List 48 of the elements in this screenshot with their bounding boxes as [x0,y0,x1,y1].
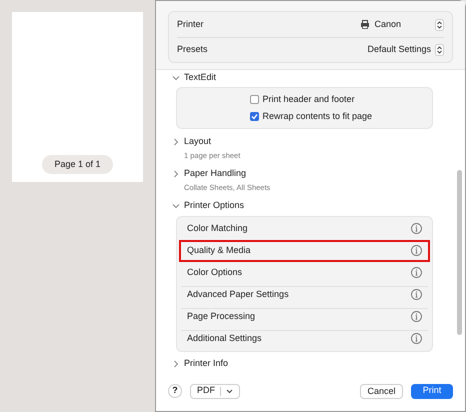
row-label: Additional Settings [187,332,262,345]
setting-label: Printer [177,18,204,31]
setting-value[interactable]: Default Settings [367,43,431,57]
printer-icon [360,20,370,29]
info-icon[interactable] [411,223,422,234]
chevron-icon[interactable] [172,74,180,82]
info-icon[interactable] [411,245,422,256]
list-row[interactable]: Advanced Paper Settings [179,284,430,306]
info-icon[interactable] [411,267,422,278]
section-title[interactable]: TextEdit [184,70,216,84]
list-row[interactable]: Color Matching [179,218,430,240]
stepper-icon[interactable] [435,18,444,30]
print-button[interactable]: Print [411,384,453,398]
chevron-icon[interactable] [172,202,180,210]
list-row[interactable]: Quality & Media [179,240,430,262]
row-label: Color Options [187,266,242,279]
stepper-icon[interactable] [435,44,444,56]
caret-icon[interactable] [226,388,233,394]
section-title[interactable]: Printer Options [184,199,244,213]
list-row[interactable]: Additional Settings [179,328,430,350]
list-row[interactable]: Page Processing [179,306,430,328]
help-button[interactable]: ? [168,384,182,398]
info-icon[interactable] [411,311,422,322]
row-label: Advanced Paper Settings [187,288,289,301]
check-icon [250,112,258,120]
section-title[interactable]: Printer Info [184,357,228,371]
info-icon[interactable] [411,333,422,344]
info-icon[interactable] [411,289,422,300]
list-row[interactable]: Color Options [179,262,430,284]
cancel-button[interactable]: Cancel [360,384,403,398]
pdf-label[interactable]: PDF [197,384,215,398]
setting-label: Presets [177,43,208,56]
row-label: Quality & Media [187,244,251,257]
checkbox-label: Rewrap contents to fit page [262,110,372,123]
chevron-icon[interactable] [172,170,180,178]
page-label: Page 1 of 1 [42,154,113,174]
chevron-icon[interactable] [172,360,180,368]
row-label: Page Processing [187,310,256,323]
scrollbar-thumb[interactable] [457,170,462,335]
pdf-button[interactable]: PDF [190,384,240,398]
checkbox-label: Print header and footer [262,93,355,106]
section-title[interactable]: Layout [184,134,212,148]
checkbox[interactable] [250,112,258,121]
setting-value[interactable]: Canon [374,18,401,32]
chevron-icon[interactable] [172,138,180,146]
checkbox[interactable] [250,95,258,104]
row-label: Color Matching [187,222,248,235]
section-title[interactable]: Paper Handling [184,167,246,180]
